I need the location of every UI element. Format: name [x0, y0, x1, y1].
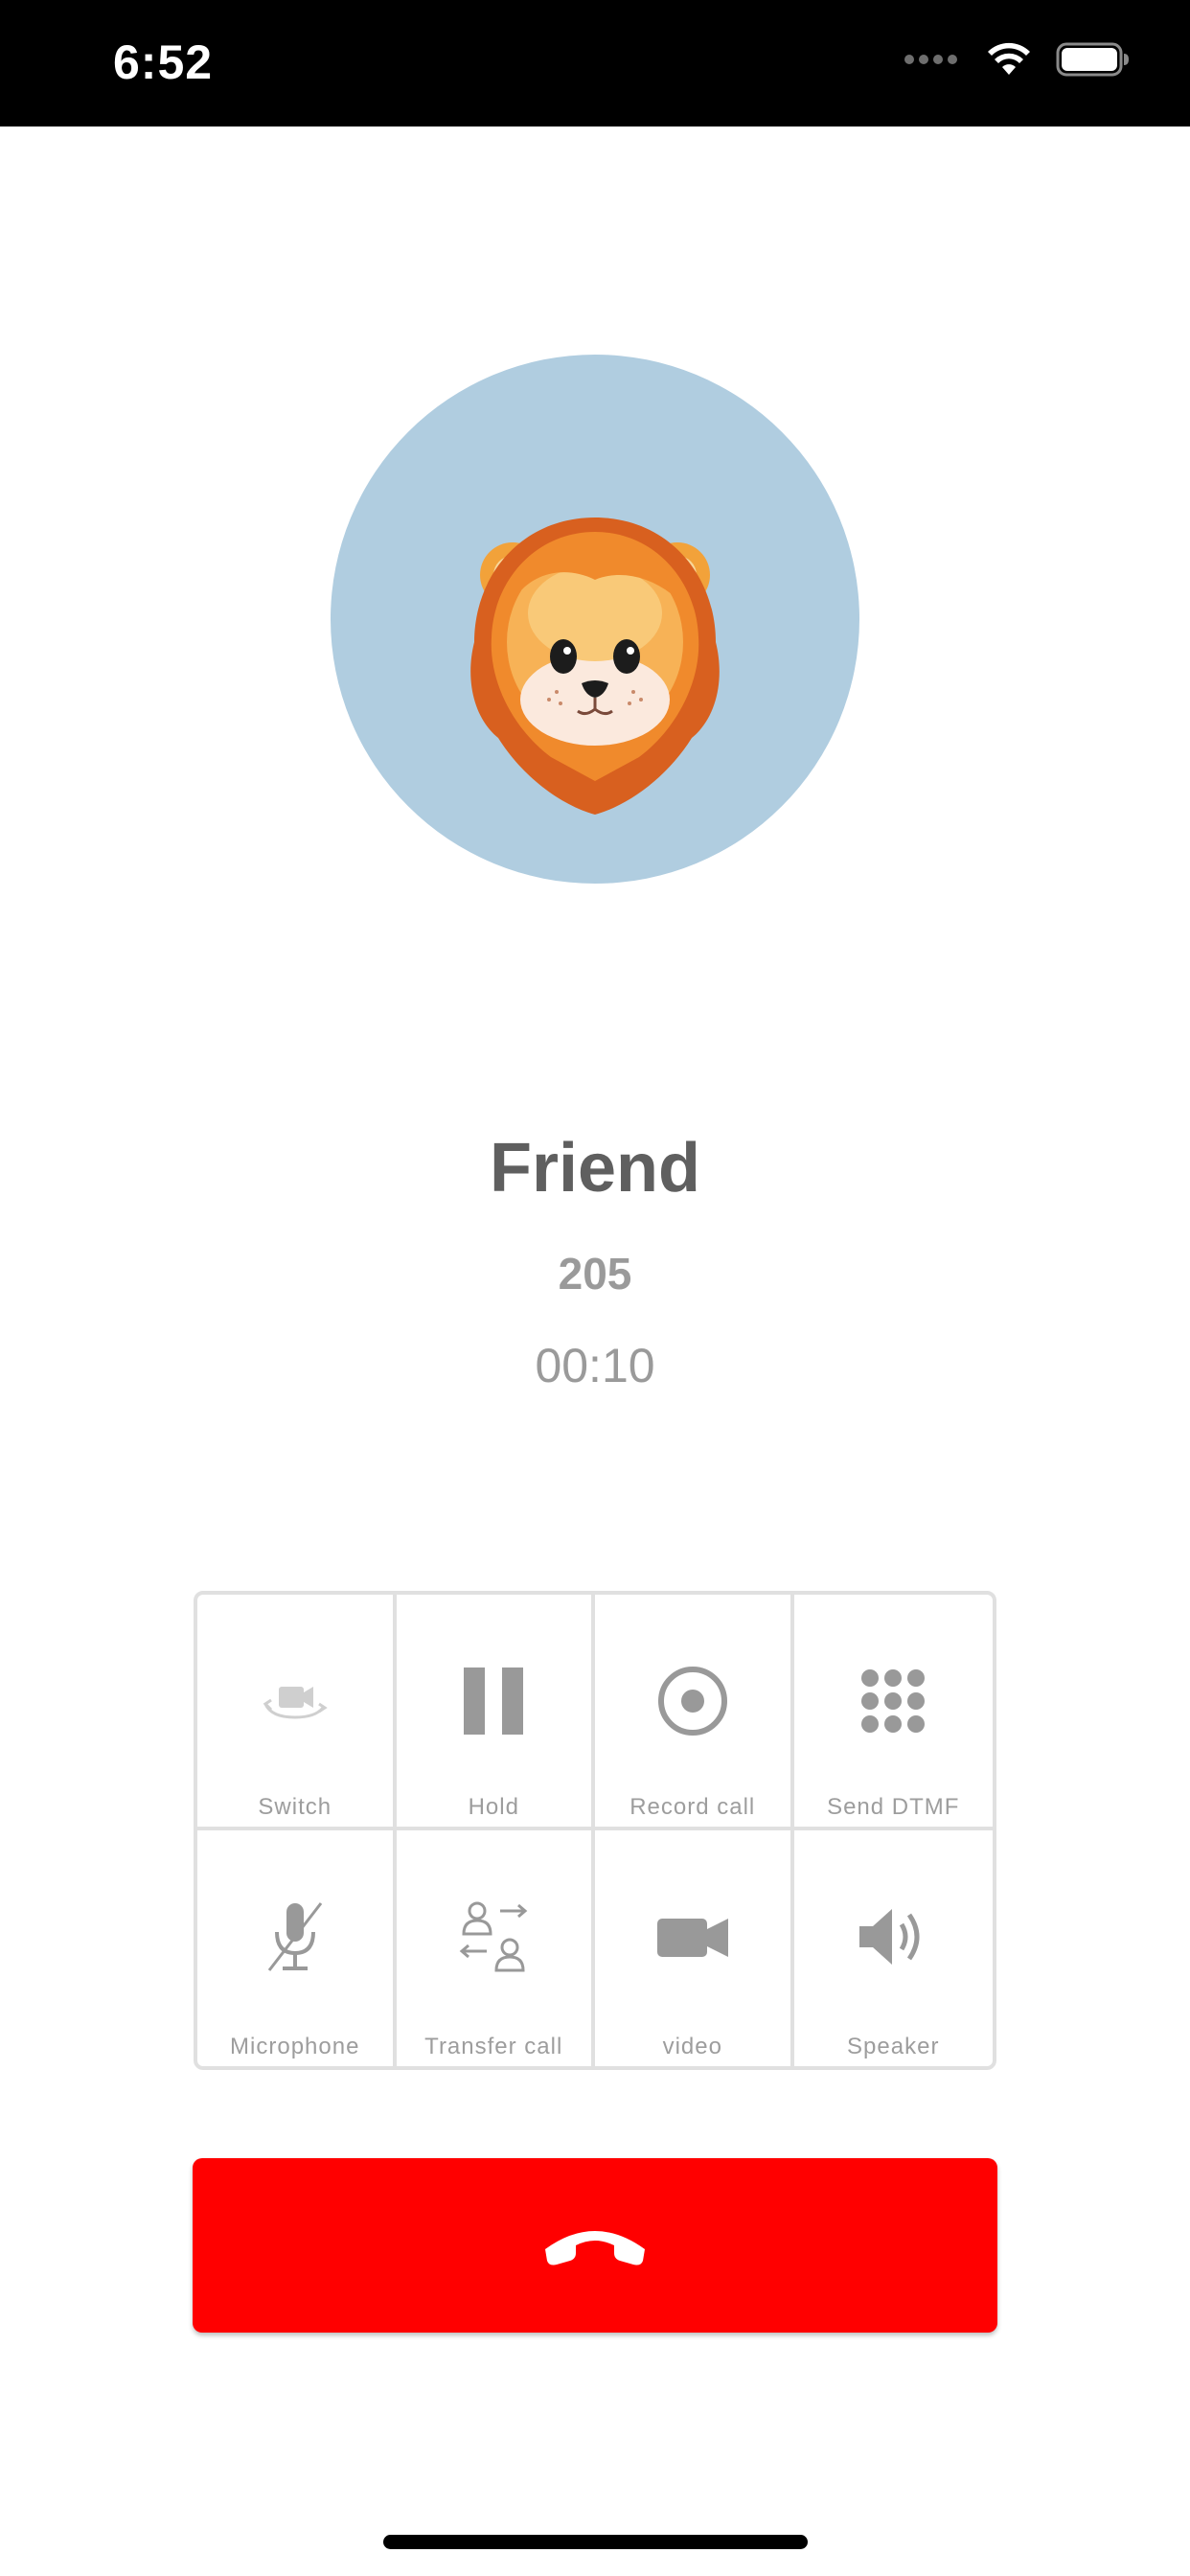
- record-icon: [657, 1667, 727, 1736]
- transfer-call-button[interactable]: Transfer call: [397, 1830, 595, 2066]
- send-dtmf-button[interactable]: Send DTMF: [793, 1595, 993, 1830]
- switch-camera-button[interactable]: Switch: [197, 1595, 397, 1830]
- caller-avatar: [331, 355, 859, 884]
- send-dtmf-label: Send DTMF: [827, 1794, 960, 1820]
- call-screen: 6:52 Friend 205 00:10 Switch Hold Record…: [0, 0, 1190, 2576]
- switch-label: Switch: [258, 1794, 332, 1820]
- status-time: 6:52: [113, 35, 214, 89]
- status-bar: 6:52: [0, 0, 1190, 126]
- speaker-button[interactable]: Speaker: [794, 1830, 994, 2066]
- call-controls-grid: Switch Hold Record call Send DTMF Microp…: [194, 1591, 996, 2070]
- caller-name: Friend: [489, 1130, 700, 1207]
- video-camera-icon: [656, 1919, 728, 1957]
- video-button[interactable]: video: [595, 1830, 794, 2066]
- microphone-button[interactable]: Microphone: [197, 1830, 397, 2066]
- transfer-call-label: Transfer call: [424, 2034, 563, 2059]
- hang-up-icon: [545, 2231, 645, 2266]
- transfer-call-icon: [459, 1901, 528, 1972]
- wifi-icon: [988, 42, 1030, 75]
- caller-number: 205: [558, 1249, 632, 1299]
- record-call-button[interactable]: Record call: [595, 1595, 794, 1830]
- switch-camera-icon: [263, 1687, 328, 1719]
- speaker-label: Speaker: [847, 2034, 940, 2059]
- end-call-button[interactable]: [193, 2158, 997, 2333]
- status-icons: [904, 42, 1131, 77]
- microphone-muted-icon: [267, 1902, 322, 1971]
- pause-icon: [464, 1668, 524, 1735]
- speaker-icon: [859, 1909, 920, 1965]
- lion-emoji-icon: [470, 518, 720, 815]
- hold-button[interactable]: Hold: [396, 1595, 595, 1830]
- home-indicator: [383, 2535, 808, 2549]
- record-call-label: Record call: [629, 1794, 756, 1820]
- battery-icon: [1056, 42, 1129, 77]
- hold-label: Hold: [468, 1794, 519, 1820]
- dialpad-icon: [861, 1669, 926, 1733]
- cellular-signal-icon: [904, 55, 962, 64]
- video-label: video: [662, 2034, 722, 2059]
- call-timer: 00:10: [535, 1339, 655, 1392]
- microphone-label: Microphone: [230, 2034, 360, 2059]
